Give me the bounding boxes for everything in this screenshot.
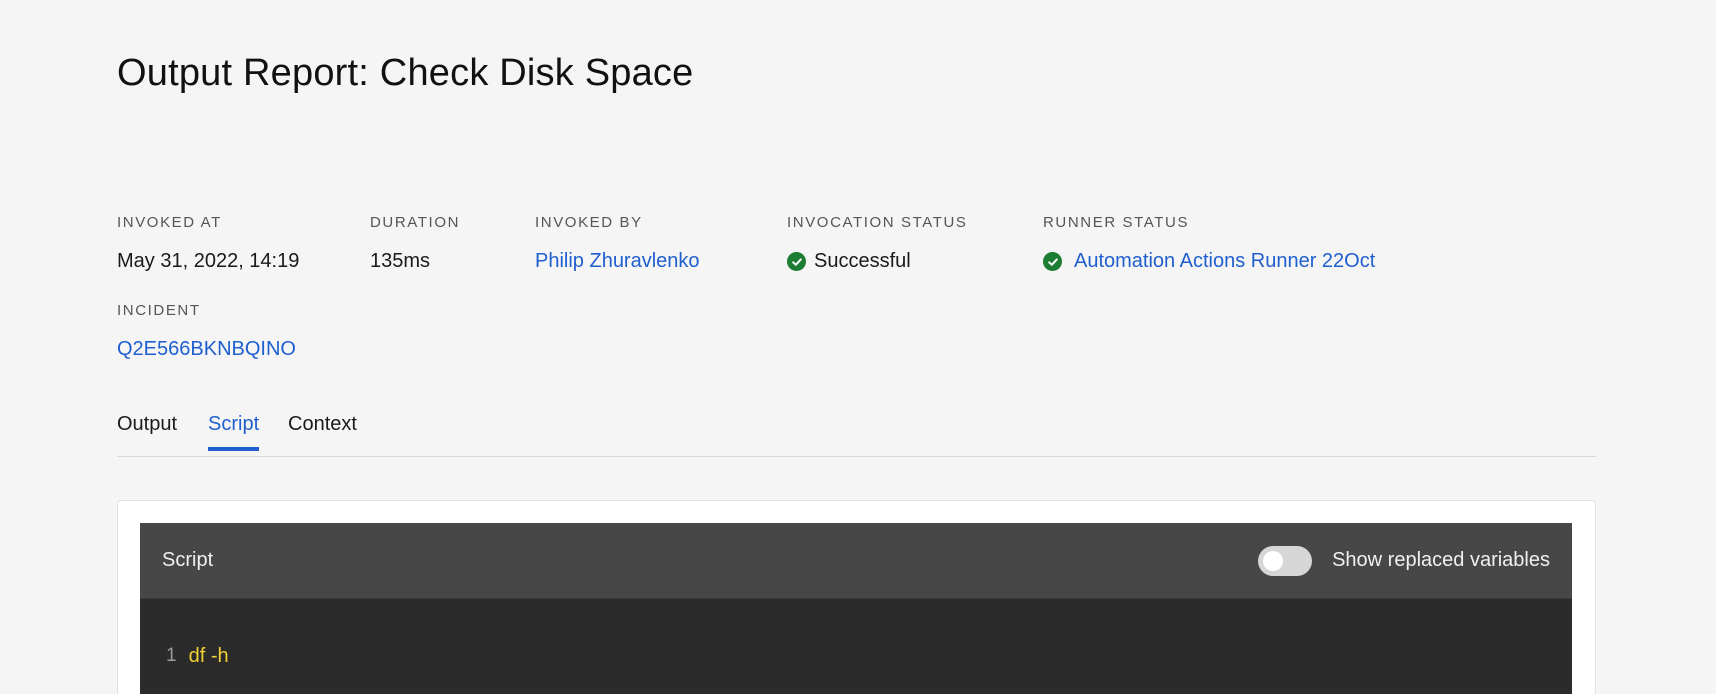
code-line: df -h xyxy=(188,645,229,667)
script-panel-title: Script xyxy=(162,549,214,571)
runner-status-link[interactable]: Automation Actions Runner 22Oct xyxy=(1074,250,1375,273)
invocation-status: Successful xyxy=(787,250,911,273)
invoked-by-label: INVOKED BY xyxy=(535,214,643,231)
check-circle-icon xyxy=(787,252,806,271)
report-tabs: Output Script Context xyxy=(117,405,1596,457)
code-area[interactable]: 1 df -h xyxy=(140,599,1572,668)
invocation-status-label: INVOCATION STATUS xyxy=(787,214,968,231)
tab-script[interactable]: Script xyxy=(208,413,260,451)
show-replaced-variables-toggle[interactable] xyxy=(1258,545,1313,576)
show-replaced-variables-label: Show replaced variables xyxy=(1332,549,1550,571)
show-replaced-variables-control: Show replaced variables xyxy=(1258,545,1550,576)
runner-status: Automation Actions Runner 22Oct xyxy=(1043,250,1375,273)
toggle-knob xyxy=(1263,550,1284,571)
duration-value: 135ms xyxy=(370,250,431,272)
tab-context[interactable]: Context xyxy=(288,413,357,448)
check-circle-icon xyxy=(1043,252,1062,271)
line-number: 1 xyxy=(166,645,177,666)
invoked-at-label: INVOKED AT xyxy=(117,214,222,231)
script-editor: Script Show replaced variables 1 df -h xyxy=(140,523,1572,694)
page-title: Output Report: Check Disk Space xyxy=(117,52,694,94)
duration-label: DURATION xyxy=(370,214,461,231)
incident-link[interactable]: Q2E566BKNBQINO xyxy=(117,338,296,361)
script-editor-header: Script Show replaced variables xyxy=(140,523,1572,599)
output-report-page: Output Report: Check Disk Space INVOKED … xyxy=(0,0,1716,694)
runner-status-label: RUNNER STATUS xyxy=(1043,214,1190,231)
incident-label: INCIDENT xyxy=(117,302,201,319)
invocation-status-value: Successful xyxy=(814,250,911,272)
invoked-by-link[interactable]: Philip Zhuravlenko xyxy=(535,250,700,273)
script-card: Script Show replaced variables 1 df -h xyxy=(117,500,1596,694)
tab-output[interactable]: Output xyxy=(117,413,177,448)
invoked-at-value: May 31, 2022, 14:19 xyxy=(117,250,300,272)
